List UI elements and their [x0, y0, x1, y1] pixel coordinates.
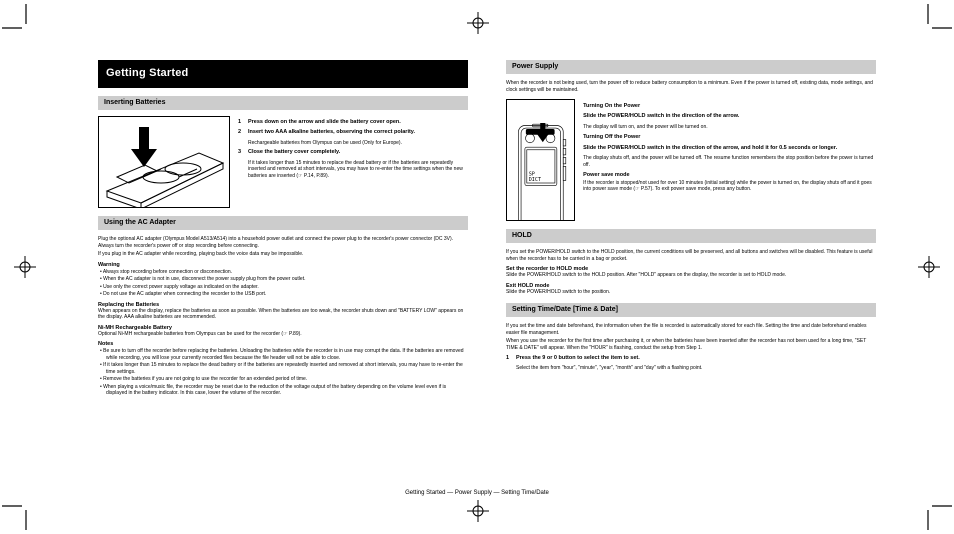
- right-column: Power Supply When the recorder is not be…: [506, 60, 876, 372]
- recorder-figure-row: SP DICT Turning On the Power Slide the P…: [506, 99, 876, 221]
- notes-title: Notes: [98, 341, 468, 347]
- subsection-power-bar: Power Supply: [506, 60, 876, 74]
- recorder-illustration: SP DICT: [506, 99, 575, 221]
- left-column: Getting Started Inserting Batteries: [98, 60, 468, 398]
- battery-illustration: [98, 116, 230, 208]
- subsection-time-bar: Setting Time/Date [Time & Date]: [506, 303, 876, 317]
- svg-text:DICT: DICT: [529, 177, 541, 183]
- warning-title: Warning: [98, 262, 468, 268]
- battery-steps-text: 1Press down on the arrow and slide the b…: [230, 116, 468, 179]
- ac-body-2: If you plug in the AC adapter while reco…: [98, 251, 468, 258]
- subsection-hold-bar: HOLD: [506, 229, 876, 243]
- battery-figure-row: 1Press down on the arrow and slide the b…: [98, 116, 468, 208]
- section-heading: Getting Started: [98, 60, 468, 79]
- subsection-ac-bar: Using the AC Adapter: [98, 216, 468, 230]
- subsection-battery-bar: Inserting Batteries: [98, 96, 468, 110]
- svg-text:SP: SP: [529, 171, 535, 177]
- section-heading-bar: Getting Started: [98, 60, 468, 88]
- ac-body-1: Plug the optional AC adapter (Olympus Mo…: [98, 236, 468, 249]
- power-text: Turning On the Power Slide the POWER/HOL…: [575, 99, 876, 193]
- page-footer: Getting Started — Power Supply — Setting…: [405, 490, 549, 496]
